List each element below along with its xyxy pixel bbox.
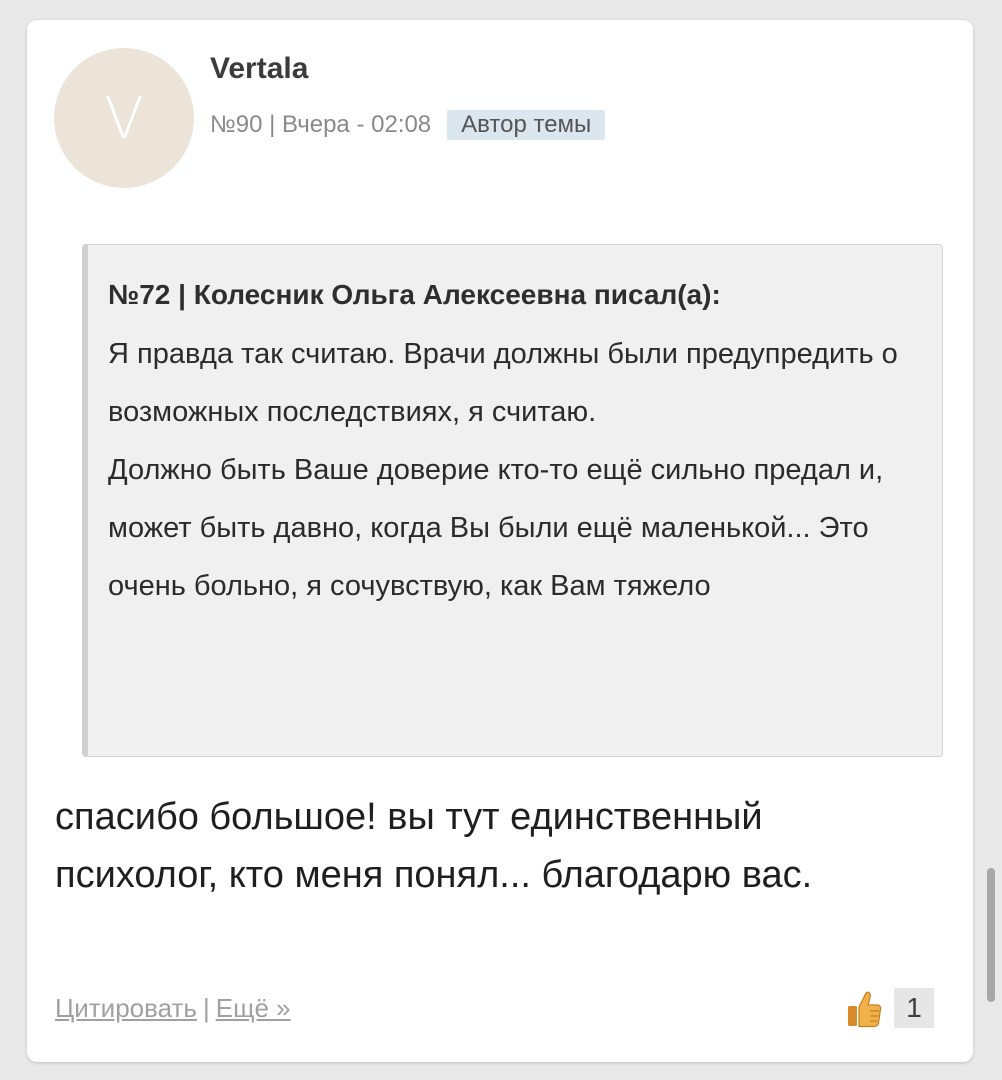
post-meta: №90 | Вчера - 02:08 Автор темы: [210, 110, 606, 140]
post-number-date: №90 | Вчера - 02:08: [210, 111, 432, 138]
forum-post-card: V Vertala №90 | Вчера - 02:08 Автор темы…: [27, 20, 973, 1062]
thumbs-up-icon[interactable]: [846, 988, 882, 1028]
post-message: спасибо большое! вы тут единственный пси…: [55, 796, 813, 896]
username[interactable]: Vertala: [210, 52, 308, 86]
avatar-letter: V: [104, 84, 144, 152]
quote-link[interactable]: Цитировать: [55, 993, 197, 1023]
quote-header: №72 | Колесник Ольга Алексеевна писал(а)…: [108, 279, 721, 310]
topic-author-badge: Автор темы: [447, 110, 606, 140]
quote-text: Я правда так считаю. Врачи должны были п…: [108, 325, 918, 615]
actions-separator: |: [202, 993, 210, 1023]
quote-block: №72 | Колесник Ольга Алексеевна писал(а)…: [82, 244, 943, 757]
quote-paragraph: Должно быть Ваше доверие кто-то ещё силь…: [108, 454, 884, 602]
like-count: 1: [894, 988, 934, 1028]
like-widget[interactable]: 1: [846, 988, 934, 1028]
avatar[interactable]: V: [54, 48, 194, 188]
quote-paragraph: Я правда так считаю. Врачи должны были п…: [108, 338, 898, 428]
more-link[interactable]: Ещё »: [216, 993, 291, 1023]
scrollbar[interactable]: [987, 868, 995, 1002]
post-actions: Цитировать | Ещё »: [55, 993, 291, 1024]
